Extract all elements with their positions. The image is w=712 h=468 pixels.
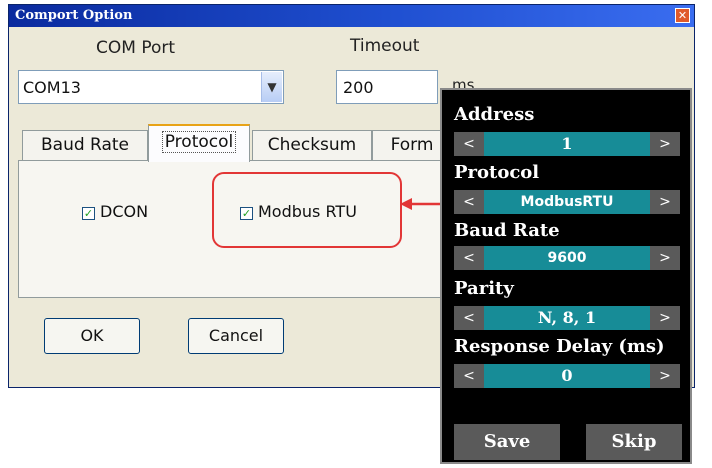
response-delay-field: < 0 > <box>454 364 680 388</box>
response-delay-value: 0 <box>484 364 650 388</box>
response-delay-label: Response Delay (ms) <box>454 336 665 357</box>
tab-protocol-label: Protocol <box>161 131 237 153</box>
dialog-title: Comport Option <box>15 8 133 23</box>
response-delay-next-button[interactable]: > <box>650 364 680 388</box>
address-prev-button[interactable]: < <box>454 132 484 156</box>
parity-next-button[interactable]: > <box>650 306 680 330</box>
dialog-title-bar: Comport Option ✕ <box>9 5 694 27</box>
ok-button[interactable]: OK <box>44 318 140 354</box>
protocol-field: < ModbusRTU > <box>454 190 680 214</box>
dcon-label: DCON <box>100 202 149 221</box>
device-config-panel: Address < 1 > Protocol < ModbusRTU > Bau… <box>440 88 692 464</box>
tab-protocol[interactable]: Protocol <box>148 124 250 162</box>
address-value: 1 <box>484 132 650 156</box>
modbus-rtu-checkbox[interactable]: ✓ <box>240 207 253 220</box>
cancel-button[interactable]: Cancel <box>188 318 284 354</box>
timeout-label: Timeout <box>350 36 420 56</box>
address-label: Address <box>454 104 535 125</box>
baud-rate-label: Baud Rate <box>454 220 560 241</box>
com-port-value: COM13 <box>23 78 81 97</box>
baud-rate-field: < 9600 > <box>454 246 680 270</box>
parity-prev-button[interactable]: < <box>454 306 484 330</box>
checkmark-icon: ✓ <box>83 207 94 220</box>
parity-field: < N, 8, 1 > <box>454 306 680 330</box>
address-field: < 1 > <box>454 132 680 156</box>
baud-rate-prev-button[interactable]: < <box>454 246 484 270</box>
com-port-label: COM Port <box>96 38 176 58</box>
protocol-value: ModbusRTU <box>484 190 650 214</box>
checkmark-icon: ✓ <box>241 207 252 220</box>
tab-checksum[interactable]: Checksum <box>252 130 372 160</box>
chevron-down-icon[interactable]: ▼ <box>261 72 282 102</box>
dcon-checkbox[interactable]: ✓ <box>82 207 95 220</box>
parity-value: N, 8, 1 <box>484 306 650 330</box>
protocol-label: Protocol <box>454 162 540 183</box>
com-port-select[interactable]: COM13 ▼ <box>18 70 284 104</box>
modbus-rtu-label: Modbus RTU <box>258 202 357 221</box>
close-icon[interactable]: ✕ <box>675 8 690 23</box>
save-button[interactable]: Save <box>454 424 560 460</box>
skip-button[interactable]: Skip <box>586 424 682 460</box>
timeout-value: 200 <box>343 78 374 97</box>
baud-rate-next-button[interactable]: > <box>650 246 680 270</box>
tab-baud-rate[interactable]: Baud Rate <box>22 130 148 160</box>
response-delay-prev-button[interactable]: < <box>454 364 484 388</box>
baud-rate-value: 9600 <box>484 246 650 270</box>
protocol-next-button[interactable]: > <box>650 190 680 214</box>
timeout-input[interactable]: 200 <box>336 70 438 104</box>
parity-label: Parity <box>454 278 514 299</box>
protocol-prev-button[interactable]: < <box>454 190 484 214</box>
address-next-button[interactable]: > <box>650 132 680 156</box>
